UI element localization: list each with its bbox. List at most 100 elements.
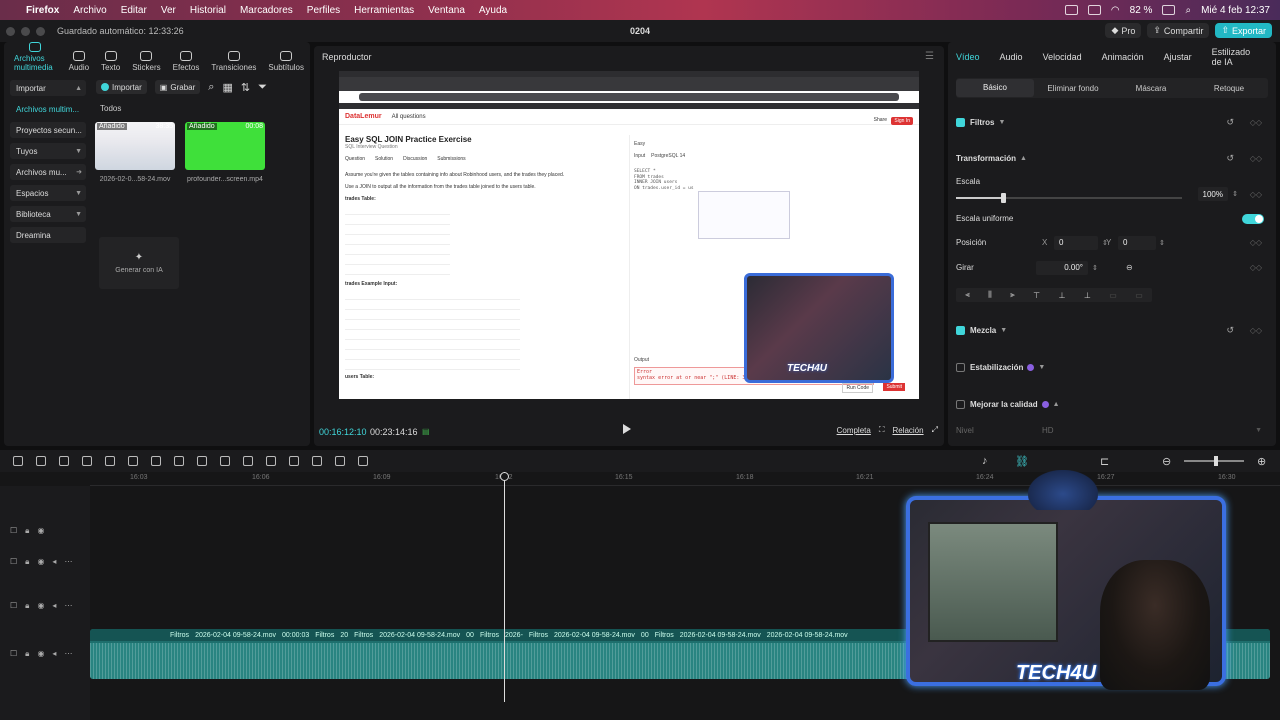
align-extra-icon[interactable]: ▭ bbox=[1135, 291, 1143, 300]
track-icon[interactable]: ☐ bbox=[10, 601, 17, 611]
share-button[interactable]: ⇪ Compartir bbox=[1147, 23, 1210, 38]
generate-ai-button[interactable]: ✦ Generar con IA bbox=[99, 237, 179, 289]
menu-archivo[interactable]: Archivo bbox=[73, 5, 106, 16]
media-thumb-greenscreen[interactable]: Añadido 00:08 bbox=[185, 122, 265, 170]
grid-icon[interactable]: ▦ bbox=[222, 81, 232, 94]
menu-herramientas[interactable]: Herramientas bbox=[354, 5, 414, 16]
track-icon[interactable]: ☐ bbox=[10, 526, 17, 536]
tab-text[interactable]: Texto bbox=[95, 51, 126, 72]
subtab-mask[interactable]: Máscara bbox=[1112, 84, 1190, 93]
microphone-icon[interactable]: ♪ bbox=[982, 455, 988, 467]
battery-icon[interactable] bbox=[1162, 5, 1176, 15]
shield-icon[interactable] bbox=[174, 456, 184, 466]
menu-historial[interactable]: Historial bbox=[190, 5, 226, 16]
menu-perfiles[interactable]: Perfiles bbox=[307, 5, 340, 16]
filters-checkbox[interactable] bbox=[956, 118, 965, 127]
mirror-icon[interactable] bbox=[335, 456, 345, 466]
tab-audio[interactable]: Audio bbox=[63, 51, 95, 72]
link-icon[interactable]: ⛓ bbox=[1015, 455, 1029, 468]
keyframe-icon[interactable]: ◇◇ bbox=[1250, 263, 1262, 272]
lock-icon[interactable]: 🔒︎ bbox=[25, 649, 29, 659]
tab-subtitles[interactable]: Subtítulos bbox=[262, 51, 310, 72]
more-icon[interactable]: ⋯ bbox=[64, 649, 72, 659]
chevron-down-icon[interactable]: ▼ bbox=[998, 119, 1005, 126]
undo-icon[interactable] bbox=[36, 456, 46, 466]
eye-icon[interactable]: ◉ bbox=[37, 649, 44, 659]
rotate-input[interactable]: 0.00° bbox=[1036, 260, 1088, 275]
sidebar-item-import[interactable]: Importar ▲ bbox=[10, 80, 86, 96]
more-icon[interactable]: ⋯ bbox=[64, 601, 72, 611]
audio-icon[interactable]: ◂ bbox=[52, 601, 56, 611]
tab-animation[interactable]: Animación bbox=[1102, 52, 1144, 62]
chevron-up-icon[interactable]: ▲ bbox=[1020, 155, 1027, 162]
menu-ayuda[interactable]: Ayuda bbox=[479, 5, 507, 16]
zoom-window-button[interactable] bbox=[36, 26, 45, 36]
chevron-down-icon[interactable]: ▼ bbox=[1038, 364, 1045, 371]
subtab-remove-bg[interactable]: Eliminar fondo bbox=[1034, 84, 1112, 93]
more-icon[interactable]: ⋯ bbox=[64, 557, 72, 567]
track-icon[interactable]: ☐ bbox=[10, 649, 17, 659]
level-select[interactable]: HD bbox=[1042, 426, 1054, 435]
tab-video[interactable]: Vídeo bbox=[956, 52, 980, 62]
position-x-input[interactable]: 0 bbox=[1054, 235, 1098, 250]
wifi-icon[interactable]: ◠ bbox=[1111, 5, 1120, 16]
minimize-window-button[interactable] bbox=[21, 26, 30, 36]
reset-icon[interactable]: ↺ bbox=[1226, 153, 1234, 164]
align-center-icon[interactable]: ⫼ bbox=[988, 290, 992, 300]
delete-icon[interactable] bbox=[151, 456, 161, 466]
scale-slider[interactable] bbox=[956, 187, 1182, 203]
subtab-basic[interactable]: Básico bbox=[956, 79, 1034, 97]
reset-icon[interactable]: ↺ bbox=[1226, 117, 1234, 128]
keyframe-icon[interactable]: ◇◇ bbox=[1250, 190, 1262, 199]
close-window-button[interactable] bbox=[6, 26, 15, 36]
quality-checkbox[interactable] bbox=[956, 400, 965, 409]
sidebar-item-yours[interactable]: Tuyos ▼ bbox=[10, 143, 86, 159]
uniform-scale-toggle[interactable] bbox=[1242, 213, 1264, 224]
search-icon[interactable]: ⌕ bbox=[1185, 5, 1191, 16]
trim-left-icon[interactable] bbox=[105, 456, 115, 466]
eye-icon[interactable]: ◉ bbox=[37, 601, 44, 611]
stepper-icon[interactable]: ⇕ bbox=[1232, 190, 1238, 198]
menu-editar[interactable]: Editar bbox=[121, 5, 147, 16]
reset-icon[interactable]: ↺ bbox=[1226, 325, 1234, 336]
trim-right-icon[interactable] bbox=[128, 456, 138, 466]
eye-icon[interactable]: ◉ bbox=[37, 526, 44, 536]
align-bottom-icon[interactable]: ⊥ bbox=[1084, 291, 1091, 300]
redo-icon[interactable] bbox=[59, 456, 69, 466]
status-icon[interactable] bbox=[1087, 5, 1101, 15]
lock-icon[interactable]: 🔒︎ bbox=[25, 526, 29, 536]
audio-icon[interactable]: ◂ bbox=[52, 557, 56, 567]
scale-value[interactable]: 100% bbox=[1197, 187, 1228, 201]
record-button[interactable]: ▣ Grabar bbox=[154, 80, 201, 94]
clock[interactable]: Mié 4 feb 12:37 bbox=[1201, 5, 1270, 16]
blend-checkbox[interactable] bbox=[956, 326, 965, 335]
zoom-in-icon[interactable]: ⊕ bbox=[1257, 455, 1266, 468]
filter-icon[interactable]: ⏷ bbox=[258, 81, 267, 94]
speed-icon[interactable] bbox=[220, 456, 230, 466]
menu-ver[interactable]: Ver bbox=[161, 5, 176, 16]
menu-marcadores[interactable]: Marcadores bbox=[240, 5, 293, 16]
tab-media[interactable]: Archivos multimedia bbox=[8, 42, 63, 72]
menu-app[interactable]: Firefox bbox=[26, 5, 59, 16]
chevron-down-icon[interactable]: ▼ bbox=[1255, 427, 1262, 434]
tab-transitions[interactable]: Transiciones bbox=[205, 51, 262, 72]
search-icon[interactable]: ⌕ bbox=[208, 81, 214, 94]
playhead[interactable] bbox=[504, 472, 505, 702]
tab-audio[interactable]: Audio bbox=[1000, 52, 1023, 62]
zoom-slider[interactable] bbox=[1184, 456, 1244, 466]
sidebar-item-spaces[interactable]: Espacios ▼ bbox=[10, 185, 86, 201]
align-right-icon[interactable]: ⫸ bbox=[1010, 290, 1015, 300]
playhead-handle[interactable] bbox=[500, 472, 509, 481]
keyframe-icon[interactable]: ◇◇ bbox=[1250, 154, 1262, 163]
sidebar-item-library[interactable]: Biblioteca ▼ bbox=[10, 206, 86, 222]
align-middle-icon[interactable]: ⊥ bbox=[1059, 291, 1066, 300]
ratio-button[interactable]: Relación bbox=[892, 426, 923, 435]
import-button[interactable]: Importar bbox=[96, 80, 147, 94]
tab-ai-style[interactable]: Estilizado de IA bbox=[1212, 47, 1256, 67]
lock-icon[interactable]: 🔒︎ bbox=[25, 557, 29, 567]
align-top-icon[interactable]: ⊤ bbox=[1033, 291, 1040, 300]
track-icon[interactable]: ☐ bbox=[10, 557, 17, 567]
align-extra-icon[interactable]: ▭ bbox=[1109, 291, 1117, 300]
rotate-dial-icon[interactable]: ⊖ bbox=[1126, 263, 1133, 272]
magnet-icon[interactable]: ⊏ bbox=[1100, 455, 1109, 468]
